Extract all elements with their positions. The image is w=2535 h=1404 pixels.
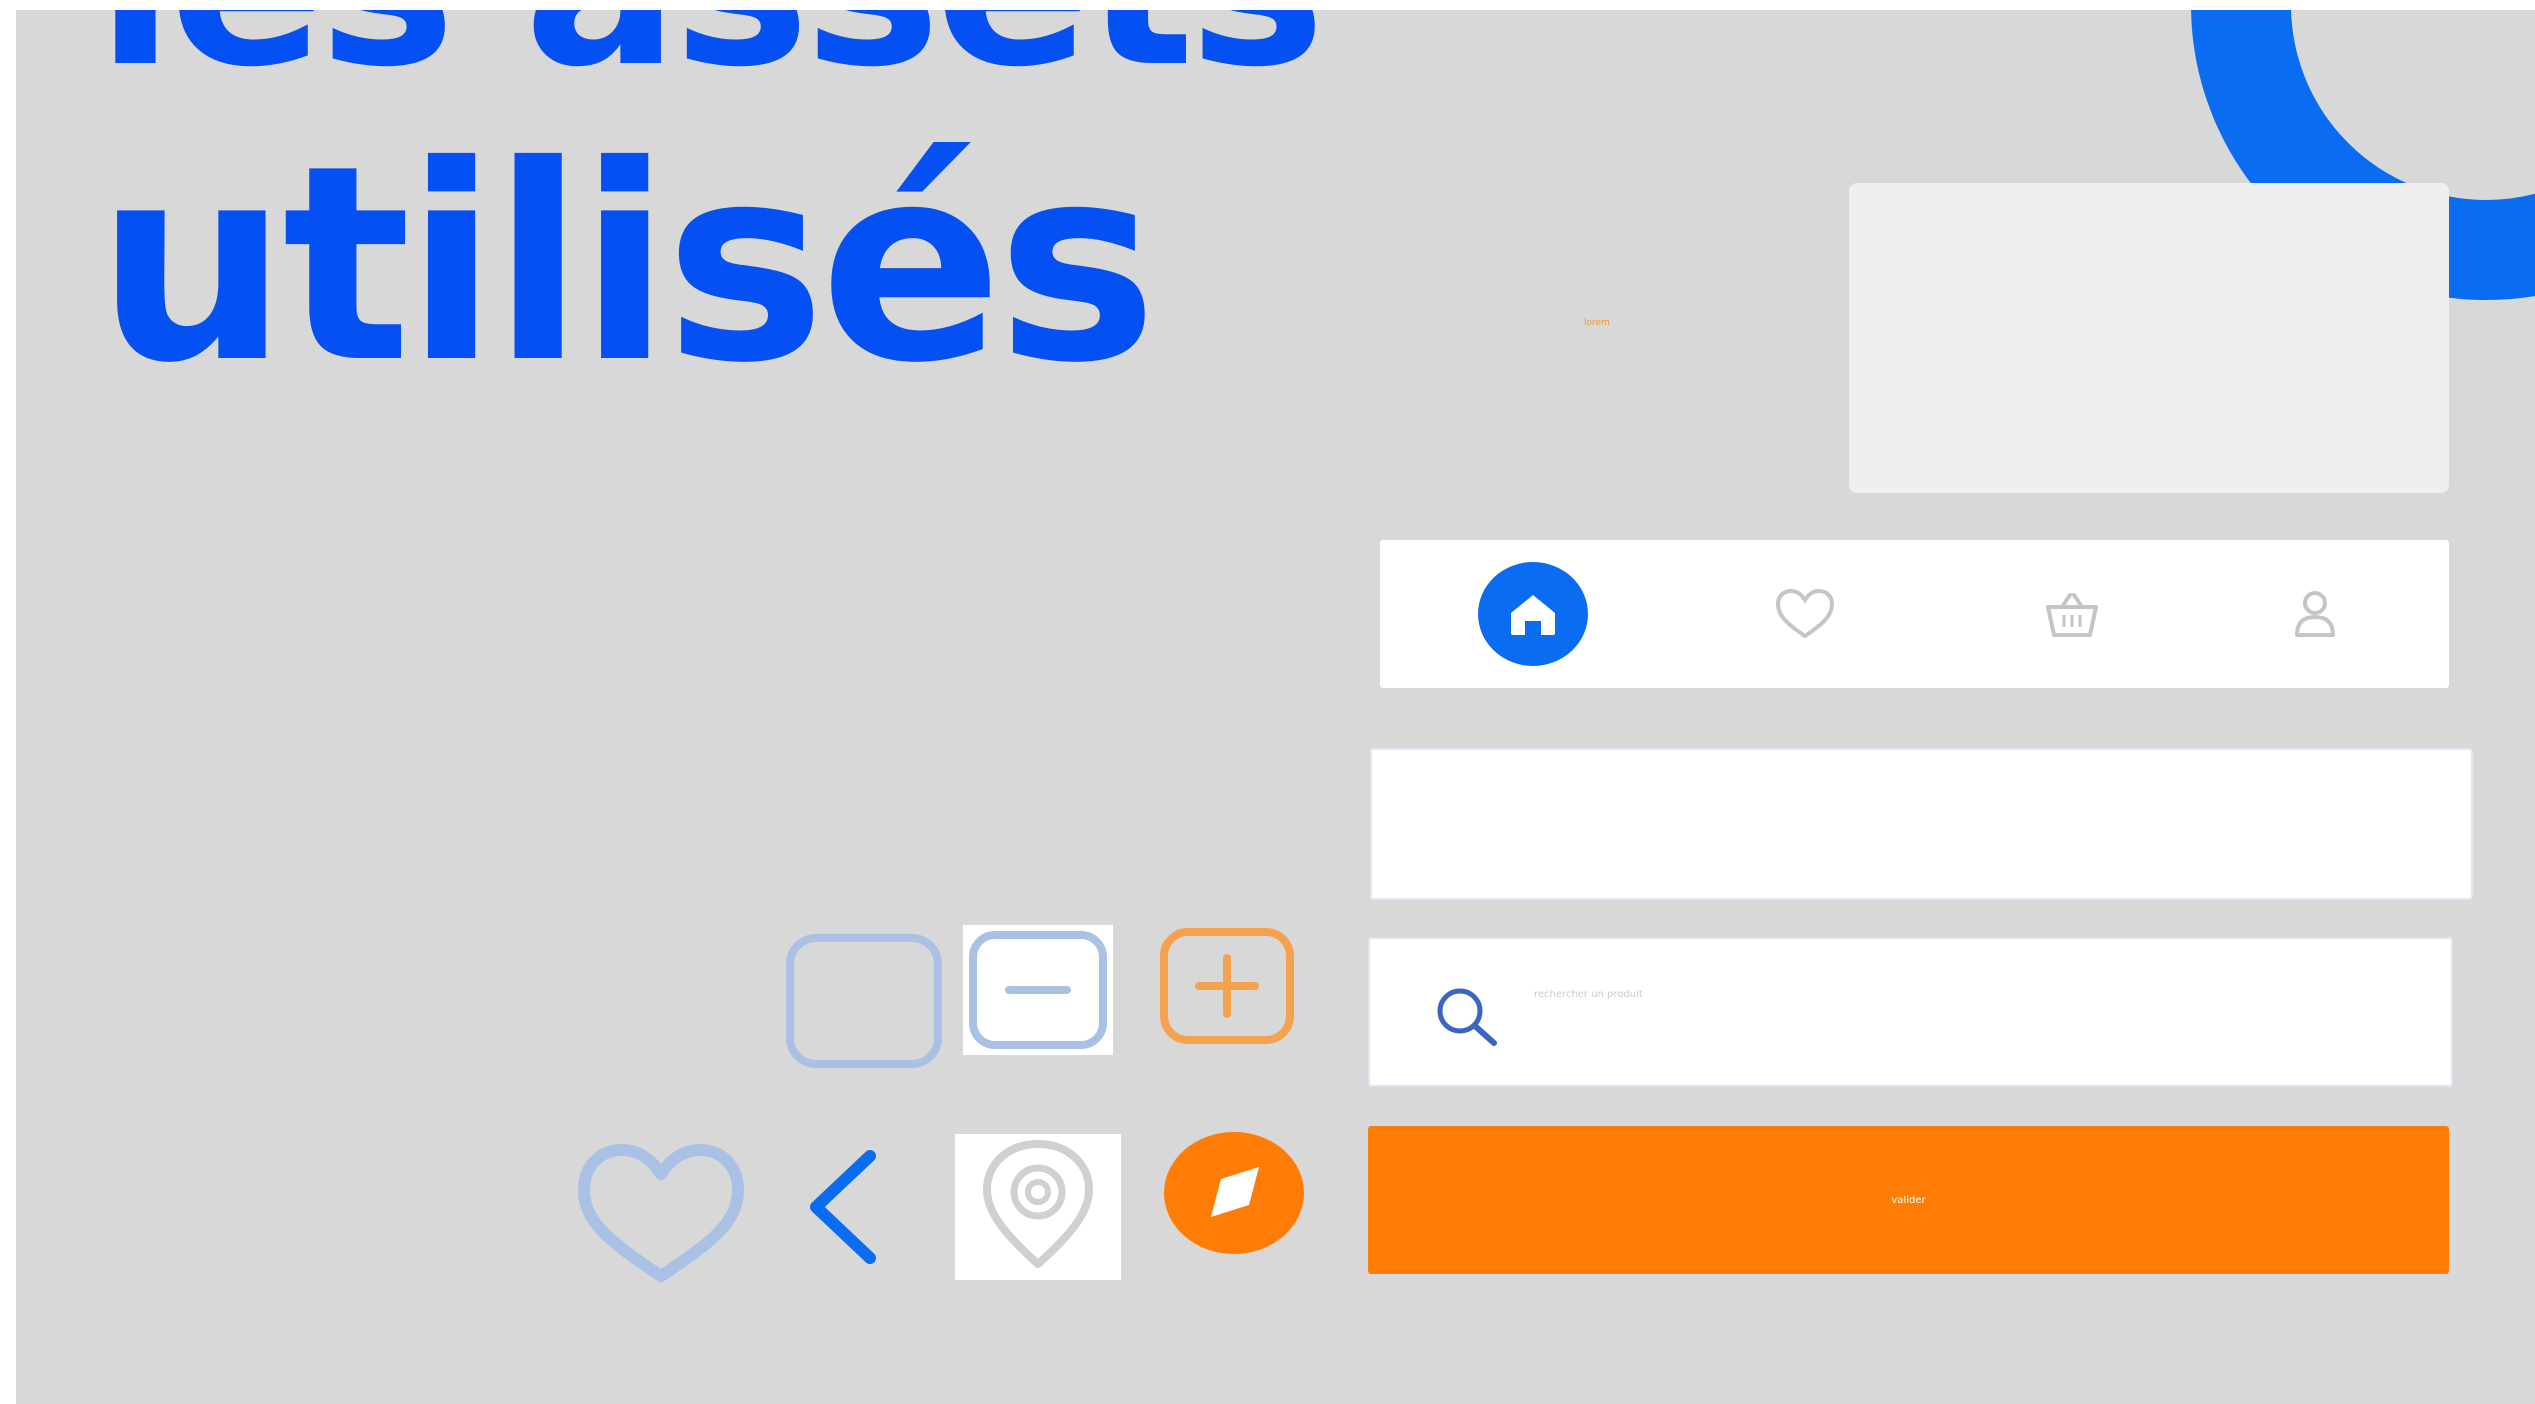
- primary-submit-button[interactable]: valider: [1368, 1126, 2449, 1274]
- heading-line-2: utilisés: [96, 107, 1157, 422]
- minus-icon: [969, 931, 1107, 1049]
- location-pin-icon: [983, 1140, 1093, 1268]
- active-indicator: [1478, 562, 1588, 666]
- compass-icon: [1164, 1132, 1304, 1254]
- search-icon: [1437, 988, 1497, 1046]
- nav-item-home[interactable]: [1478, 562, 1588, 666]
- heart-icon: [578, 1144, 744, 1282]
- home-icon: [1511, 595, 1555, 635]
- basket-icon: [2046, 593, 2098, 637]
- compass-button[interactable]: [1163, 1131, 1305, 1255]
- nav-item-favorites[interactable]: [1750, 562, 1860, 666]
- heart-icon: [1775, 588, 1835, 639]
- chevron-left-icon: [810, 1150, 876, 1264]
- card-tiny-label: lorem: [1584, 318, 1610, 328]
- heading-line-1: les assets: [96, 10, 1326, 100]
- image-placeholder-card: [1849, 183, 2449, 493]
- stepper-minus-button[interactable]: [963, 925, 1113, 1055]
- checkbox-icon: [786, 934, 942, 1068]
- asset-board: les assets utilisés lorem: [16, 10, 2535, 1404]
- search-field[interactable]: rechercher un produit: [1368, 937, 2453, 1087]
- favorite-toggle[interactable]: [576, 1142, 746, 1284]
- text-input[interactable]: [1370, 748, 2473, 900]
- nav-item-basket[interactable]: [2017, 562, 2127, 666]
- bottom-navigation-bar: [1380, 540, 2449, 688]
- checkbox[interactable]: [784, 932, 944, 1070]
- user-icon: [2295, 591, 2335, 637]
- nav-item-account[interactable]: [2260, 562, 2370, 666]
- stepper-plus-button[interactable]: [1159, 927, 1295, 1045]
- location-button[interactable]: [955, 1134, 1121, 1280]
- back-button[interactable]: [798, 1146, 886, 1268]
- search-placeholder: rechercher un produit: [1534, 989, 1643, 1000]
- plus-icon: [1160, 928, 1294, 1044]
